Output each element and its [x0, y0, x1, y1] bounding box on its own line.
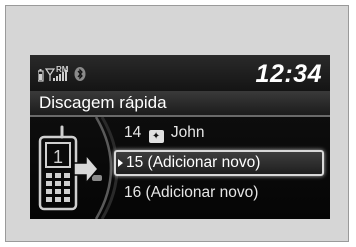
contact-icon: ✦	[148, 130, 164, 143]
arrow-right-icon	[73, 152, 99, 186]
selection-caret-icon	[118, 159, 123, 167]
figure-frame: RM 12:34 Discagem rápida 1 14 ✦ John 15 …	[5, 5, 349, 242]
list-item[interactable]: 16 (Adicionar novo)	[114, 180, 324, 206]
display-screen: RM 12:34 Discagem rápida 1 14 ✦ John 15 …	[30, 55, 330, 219]
bluetooth-icon	[74, 67, 86, 81]
battery-icon	[38, 69, 44, 82]
status-bar: RM 12:34	[30, 55, 330, 91]
list-item-label: 16 (Adicionar novo)	[124, 184, 259, 201]
speed-dial-list-area: 1 14 ✦ John 15 (Adicionar novo) 16 (Adic…	[30, 117, 330, 219]
screen-title: Discagem rápida	[39, 93, 167, 112]
list-item[interactable]: 14 ✦ John	[114, 120, 324, 146]
list-item-selected[interactable]: 15 (Adicionar novo)	[114, 150, 324, 176]
speed-dial-number: 14	[124, 124, 142, 141]
clock: 12:34	[255, 60, 322, 88]
contact-name: John	[170, 124, 205, 141]
screen-title-bar: Discagem rápida	[30, 91, 330, 117]
status-icons: RM	[38, 65, 86, 82]
roaming-label: RM	[56, 65, 69, 74]
list-item-label: 15 (Adicionar novo)	[126, 154, 261, 171]
phone-slot-number: 1	[53, 147, 63, 167]
phone-icon: 1	[38, 125, 99, 211]
